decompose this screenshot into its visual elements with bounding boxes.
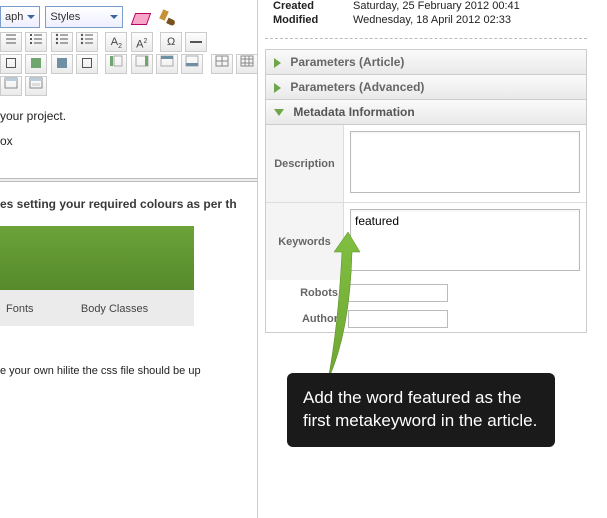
- modified-value: Wednesday, 18 April 2012 02:33: [353, 14, 511, 26]
- robots-input[interactable]: [348, 284, 448, 302]
- eraser-icon[interactable]: [130, 7, 152, 29]
- list-disc-icon[interactable]: [76, 32, 98, 52]
- charmap-icon[interactable]: Ω: [160, 32, 182, 52]
- section-heading: es setting your required colours as per …: [0, 196, 257, 213]
- col1-icon[interactable]: [105, 54, 127, 74]
- author-label: Author: [266, 308, 344, 330]
- accordion-parameters-advanced[interactable]: Parameters (Advanced): [266, 75, 586, 100]
- layout4-icon[interactable]: [76, 54, 98, 74]
- robots-label: Robots: [266, 282, 344, 304]
- hr-icon[interactable]: [185, 32, 207, 52]
- styles-select[interactable]: Styles: [45, 6, 123, 28]
- chevron-right-icon: [274, 58, 281, 68]
- layout1-icon[interactable]: [0, 54, 22, 74]
- list-ordered-icon[interactable]: [0, 32, 22, 52]
- description-label: Description: [266, 125, 344, 202]
- window2-icon[interactable]: [25, 76, 47, 96]
- keywords-input[interactable]: [350, 209, 580, 271]
- superscript-icon[interactable]: A2: [131, 32, 153, 52]
- article-dates: Created Saturday, 25 February 2012 00:41…: [265, 0, 587, 39]
- annotation-callout: Add the word featured as the first metak…: [287, 373, 555, 447]
- layout3-icon[interactable]: [51, 54, 73, 74]
- body-fragment-2: ox: [0, 133, 257, 150]
- scrollbar-track[interactable]: [600, 0, 607, 518]
- note-text: e your own hilite the css file should be…: [0, 364, 257, 379]
- chevron-right-icon: [274, 83, 281, 93]
- editor-toolbars: aph Styles A2 A2 Ω: [0, 0, 257, 98]
- acc-label: Metadata Information: [293, 105, 414, 119]
- col2-icon[interactable]: [131, 54, 153, 74]
- tab-body-classes[interactable]: Body Classes: [81, 302, 148, 317]
- chevron-down-icon: [274, 109, 284, 116]
- acc-label: Parameters (Advanced): [290, 80, 424, 94]
- subscript-icon[interactable]: A2: [105, 32, 127, 52]
- tab-fonts[interactable]: Fonts: [6, 302, 34, 317]
- theme-preview: Fonts Body Classes: [0, 226, 194, 320]
- editor-pane: aph Styles A2 A2 Ω: [0, 0, 258, 518]
- format-brush-icon[interactable]: [157, 7, 179, 29]
- window1-icon[interactable]: [0, 76, 22, 96]
- grid-icon[interactable]: [236, 54, 257, 74]
- col3-icon[interactable]: [156, 54, 178, 74]
- preview-header-bar: [0, 226, 194, 290]
- accordion-parameters-article[interactable]: Parameters (Article): [266, 50, 586, 75]
- description-input[interactable]: [350, 131, 580, 193]
- col4-icon[interactable]: [181, 54, 203, 74]
- list-square-icon[interactable]: [25, 32, 47, 52]
- created-label: Created: [273, 0, 353, 12]
- keywords-label: Keywords: [266, 203, 344, 280]
- modified-label: Modified: [273, 14, 353, 26]
- divider: [0, 178, 257, 182]
- layout2-icon[interactable]: [25, 54, 47, 74]
- metadata-panel: Description Keywords Robots Author: [266, 125, 586, 332]
- body-fragment-1: your project.: [0, 108, 257, 125]
- table-icon[interactable]: [211, 54, 233, 74]
- paragraph-select[interactable]: aph: [0, 6, 40, 28]
- preview-tabs: Fonts Body Classes: [0, 290, 194, 325]
- author-input[interactable]: [348, 310, 448, 328]
- editor-content[interactable]: your project. ox es setting your require…: [0, 98, 257, 380]
- accordion: Parameters (Article) Parameters (Advance…: [265, 49, 587, 333]
- acc-label: Parameters (Article): [290, 55, 404, 69]
- accordion-metadata-information[interactable]: Metadata Information: [266, 100, 586, 125]
- created-value: Saturday, 25 February 2012 00:41: [353, 0, 520, 12]
- list-circle-icon[interactable]: [51, 32, 73, 52]
